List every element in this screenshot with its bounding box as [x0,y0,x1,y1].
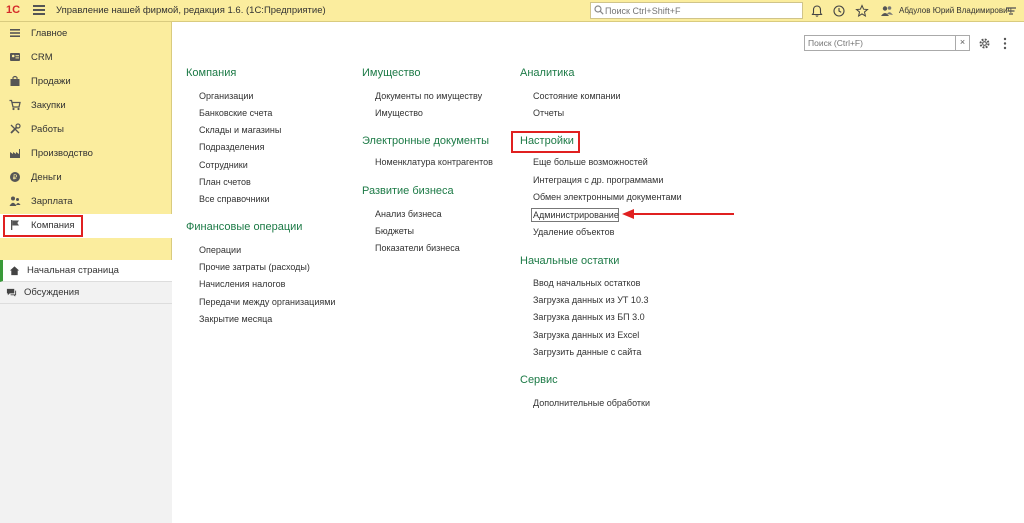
content-search-input[interactable] [808,37,954,49]
sidebar-item-label: Закупки [31,100,66,111]
sidebar-item-label: CRM [31,52,53,63]
section-title-business[interactable]: Развитие бизнеса [362,185,454,197]
open-window-label: Обсуждения [24,287,80,298]
link-budgets[interactable]: Бюджеты [375,226,414,236]
factory-icon [10,149,20,158]
section-title-analytics[interactable]: Аналитика [520,67,574,79]
link-administration[interactable]: Администрирование [533,210,619,220]
link-chart-of-accounts[interactable]: План счетов [199,177,251,187]
link-bank-accounts[interactable]: Банковские счета [199,108,272,118]
link-departments[interactable]: Подразделения [199,142,264,152]
sidebar-item-salary[interactable]: Зарплата [0,190,172,214]
content-search-box[interactable]: × [804,35,970,51]
history-icon[interactable] [832,4,846,18]
gear-icon[interactable] [978,37,991,50]
svg-text:₽: ₽ [13,174,18,182]
link-edoc-exchange[interactable]: Обмен электронными документами [533,192,682,202]
sidebar-item-label: Продажи [31,76,71,87]
link-initial-balances-input[interactable]: Ввод начальных остатков [533,278,640,288]
link-company-state[interactable]: Состояние компании [533,91,621,101]
open-windows-panel: Начальная страница Обсуждения [0,260,172,523]
list-icon [10,29,20,37]
link-business-indicators[interactable]: Показатели бизнеса [375,243,460,253]
sidebar-item-sales[interactable]: Продажи [0,70,172,94]
link-other-expenses[interactable]: Прочие затраты (расходы) [199,262,310,272]
chat-icon [6,288,17,297]
sidebar-item-production[interactable]: Производство [0,142,172,166]
window-title: Управление нашей фирмой, редакция 1.6. (… [56,5,326,16]
sidebar-item-company[interactable]: Компания [0,214,172,238]
link-organizations[interactable]: Организации [199,91,253,101]
open-window-home[interactable]: Начальная страница [0,260,172,282]
link-integration[interactable]: Интеграция с др. программами [533,175,663,185]
more-vertical-icon[interactable] [1000,37,1010,50]
title-bar: 1С Управление нашей фирмой, редакция 1.6… [0,0,1024,22]
people-icon [9,196,21,206]
shopping-bag-icon [10,75,20,86]
clear-search-button[interactable]: × [955,36,969,50]
link-import-site[interactable]: Загрузить данные с сайта [533,347,641,357]
open-window-label: Начальная страница [27,265,119,276]
section-title-settings[interactable]: Настройки [520,135,574,147]
link-operations[interactable]: Операции [199,245,241,255]
pointer-arrow-icon [622,209,734,219]
sidebar-item-money[interactable]: ₽ Деньги [0,166,172,190]
coin-icon: ₽ [10,172,20,182]
settings-menu-icon[interactable] [1004,4,1018,18]
link-tax-accruals[interactable]: Начисления налогов [199,279,285,289]
sidebar-item-label: Зарплата [31,196,73,207]
section-title-company[interactable]: Компания [186,67,236,79]
link-property[interactable]: Имущество [375,108,423,118]
link-delete-objects[interactable]: Удаление объектов [533,227,614,237]
link-property-documents[interactable]: Документы по имуществу [375,91,482,101]
sidebar-item-label: Производство [31,148,93,159]
sidebar-item-works[interactable]: Работы [0,118,172,142]
section-title-service[interactable]: Сервис [520,374,558,386]
menu-icon[interactable] [32,3,46,17]
link-warehouses[interactable]: Склады и магазины [199,125,281,135]
link-import-ut[interactable]: Загрузка данных из УТ 10.3 [533,295,648,305]
link-employees[interactable]: Сотрудники [199,160,248,170]
link-all-catalogs[interactable]: Все справочники [199,194,270,204]
sidebar-item-purchases[interactable]: Закупки [0,94,172,118]
link-transfers-between-orgs[interactable]: Передачи между организациями [199,297,335,307]
link-counterparty-nomenclature[interactable]: Номенклатура контрагентов [375,157,493,167]
user-icon[interactable] [880,4,894,18]
open-window-discussions[interactable]: Обсуждения [0,282,172,304]
link-more-features[interactable]: Еще больше возможностей [533,157,648,167]
bell-icon[interactable] [810,4,824,18]
highlight-box [3,215,83,237]
link-import-bp[interactable]: Загрузка данных из БП 3.0 [533,312,645,322]
tools-icon [10,123,21,134]
sidebar-item-main[interactable]: Главное [0,22,172,46]
contact-card-icon [10,53,20,61]
sidebar-item-crm[interactable]: CRM [0,46,172,70]
link-import-excel[interactable]: Загрузка данных из Excel [533,330,639,340]
sidebar-item-label: Главное [31,28,68,39]
search-icon [594,5,604,15]
link-business-analysis[interactable]: Анализ бизнеса [375,209,442,219]
home-icon [9,266,20,276]
section-title-finance[interactable]: Финансовые операции [186,221,302,233]
section-title-property[interactable]: Имущество [362,67,421,79]
link-month-close[interactable]: Закрытие месяца [199,314,272,324]
cart-icon [9,99,21,111]
sections-panel: Главное CRM Продажи Закупки Работы Произ… [0,22,172,523]
app-logo[interactable]: 1С [6,4,20,16]
global-search-input[interactable] [605,4,800,17]
section-title-initial-balances[interactable]: Начальные остатки [520,255,619,267]
sidebar-item-label: Деньги [31,172,62,183]
link-reports[interactable]: Отчеты [533,108,564,118]
user-name[interactable]: Абдулов Юрий Владимирович [899,6,1012,15]
link-additional-processing[interactable]: Дополнительные обработки [533,398,650,408]
sidebar-item-label: Работы [31,124,64,135]
section-title-edocs[interactable]: Электронные документы [362,135,489,147]
star-icon[interactable] [855,4,869,18]
global-search-box[interactable] [590,2,803,19]
